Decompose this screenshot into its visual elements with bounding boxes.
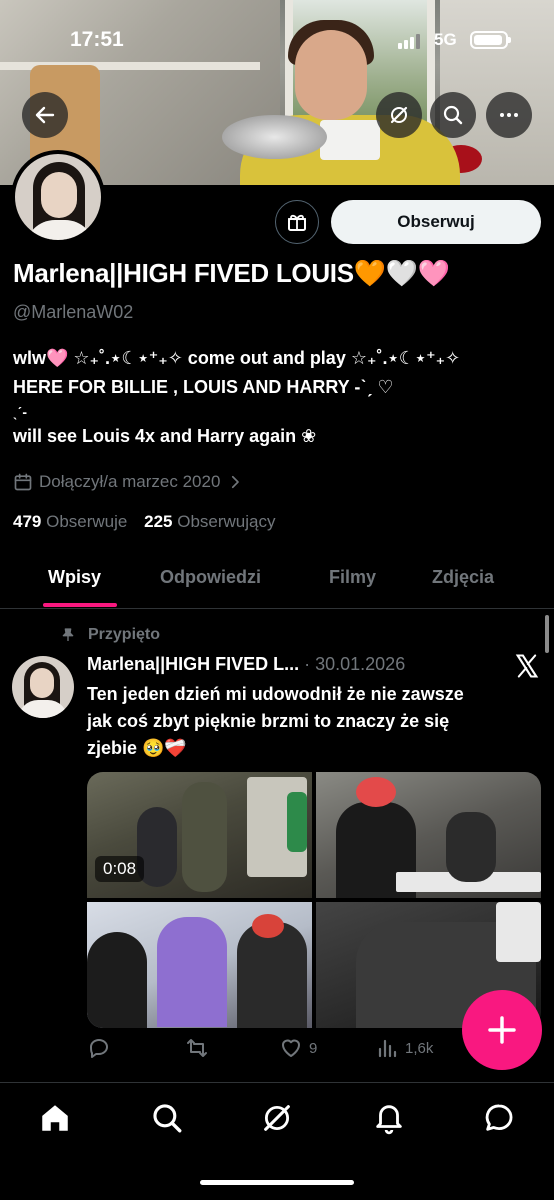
back-button[interactable] bbox=[22, 92, 68, 138]
more-button[interactable] bbox=[486, 92, 532, 138]
following-count: 479 bbox=[13, 512, 42, 531]
pinned-label: Przypięto bbox=[88, 626, 161, 643]
tab-videos[interactable]: Filmy bbox=[329, 567, 376, 588]
tab-replies[interactable]: Odpowiedzi bbox=[160, 567, 261, 588]
search-icon bbox=[153, 1104, 182, 1133]
arrow-left-icon bbox=[35, 106, 55, 124]
profile-name: Marlena||HIGH FIVED LOUIS🧡🤍🩷 bbox=[13, 258, 450, 288]
nav-search[interactable] bbox=[150, 1101, 184, 1135]
repost-button[interactable] bbox=[185, 1036, 209, 1060]
profile-stats: 479 Obserwuje 225 Obserwujący bbox=[13, 512, 275, 532]
post-media-grid: 0:08 bbox=[87, 772, 541, 1028]
more-horizontal-icon bbox=[500, 113, 518, 117]
nav-grok[interactable] bbox=[260, 1101, 294, 1135]
post-date[interactable]: · 30.01.2026 bbox=[304, 654, 405, 674]
followers-count: 225 bbox=[144, 512, 173, 531]
post-text-line: Ten jeden dzień mi udowodnił że nie zaws… bbox=[87, 684, 464, 704]
following-label: Obserwuje bbox=[46, 512, 128, 531]
search-button[interactable] bbox=[430, 92, 476, 138]
profile-bio: wlw🩷 ☆₊˚.⋆☾⋆⁺₊✧ come out and play ☆₊˚.⋆☾… bbox=[13, 344, 543, 451]
scrollbar[interactable] bbox=[545, 615, 549, 653]
views-button[interactable]: 1,6k bbox=[375, 1036, 433, 1060]
media-image[interactable] bbox=[87, 902, 312, 1028]
follow-button[interactable]: Obserwuj bbox=[331, 200, 541, 244]
followers-label: Obserwujący bbox=[177, 512, 276, 531]
reply-icon bbox=[90, 1039, 108, 1058]
nav-messages[interactable] bbox=[482, 1101, 516, 1135]
status-bar: 17:51 5G bbox=[0, 28, 554, 58]
status-time: 17:51 bbox=[70, 28, 124, 51]
heart-icon bbox=[282, 1039, 300, 1057]
media-video[interactable]: 0:08 bbox=[87, 772, 312, 898]
bio-line: wlw🩷 ☆₊˚.⋆☾⋆⁺₊✧ come out and play ☆₊˚.⋆☾… bbox=[13, 348, 461, 368]
home-indicator[interactable] bbox=[200, 1180, 354, 1185]
chevron-right-icon bbox=[232, 475, 240, 489]
gift-icon bbox=[288, 214, 306, 231]
joined-label: Dołączył/a marzec 2020 bbox=[39, 472, 221, 491]
battery-icon bbox=[470, 31, 511, 49]
post-header: Marlena||HIGH FIVED L... · 30.01.2026 bbox=[87, 654, 405, 675]
banner-pan bbox=[222, 115, 327, 159]
post-text-line: jak coś zbyt pięknie brzmi to znaczy że … bbox=[87, 711, 450, 731]
nav-notifications[interactable] bbox=[372, 1101, 406, 1135]
network-label: 5G bbox=[434, 30, 457, 49]
compose-button[interactable] bbox=[462, 990, 542, 1070]
plus-icon bbox=[488, 1016, 516, 1044]
joined-date[interactable]: Dołączył/a marzec 2020 bbox=[13, 472, 244, 492]
home-icon bbox=[42, 1105, 68, 1131]
profile-handle: @MarlenaW02 bbox=[13, 302, 134, 322]
repost-icon bbox=[187, 1039, 207, 1057]
views-icon bbox=[378, 1039, 397, 1058]
pinned-indicator: Przypięto bbox=[60, 626, 160, 644]
following-link[interactable]: 479 Obserwuje bbox=[13, 512, 127, 531]
tab-posts[interactable]: Wpisy bbox=[48, 567, 101, 588]
views-count: 1,6k bbox=[405, 1039, 434, 1057]
like-button[interactable]: 9 bbox=[279, 1036, 317, 1060]
like-count: 9 bbox=[309, 1039, 318, 1057]
grok-button[interactable] bbox=[376, 92, 422, 138]
grok-icon bbox=[264, 1105, 290, 1131]
post-text: Ten jeden dzień mi udowodnił że nie zaws… bbox=[87, 681, 543, 762]
pin-icon bbox=[62, 628, 74, 641]
messages-icon bbox=[485, 1104, 513, 1131]
calendar-icon bbox=[14, 473, 32, 491]
signal-icon bbox=[398, 33, 420, 49]
search-icon bbox=[443, 105, 463, 125]
profile-tabs: Wpisy Odpowiedzi Filmy Zdjęcia bbox=[0, 555, 554, 609]
eye-off-icon bbox=[390, 106, 408, 124]
bio-line: HERE FOR BILLIE , LOUIS AND HARRY -ˋˏ ♡ bbox=[13, 377, 394, 397]
active-tab-indicator bbox=[43, 603, 117, 607]
video-duration: 0:08 bbox=[95, 856, 145, 882]
x-logo-icon bbox=[515, 654, 539, 678]
media-image[interactable] bbox=[316, 772, 541, 898]
followers-link[interactable]: 225 Obserwujący bbox=[144, 512, 275, 531]
bio-line: will see Louis 4x and Harry again ❀ bbox=[13, 426, 317, 446]
bio-line: ˎˊ- bbox=[13, 404, 27, 420]
post-author-name[interactable]: Marlena||HIGH FIVED L... bbox=[87, 654, 299, 674]
nav-home[interactable] bbox=[38, 1101, 72, 1135]
bell-icon bbox=[376, 1105, 402, 1135]
post-text-line: zjebie 🥹❤️‍🩹 bbox=[87, 738, 187, 758]
post-author-avatar[interactable] bbox=[12, 656, 74, 718]
profile-avatar[interactable] bbox=[11, 150, 105, 244]
post-actions: 9 1,6k bbox=[87, 1036, 527, 1066]
gift-button[interactable] bbox=[275, 200, 319, 244]
tab-photos[interactable]: Zdjęcia bbox=[432, 567, 494, 588]
reply-button[interactable] bbox=[87, 1036, 111, 1060]
